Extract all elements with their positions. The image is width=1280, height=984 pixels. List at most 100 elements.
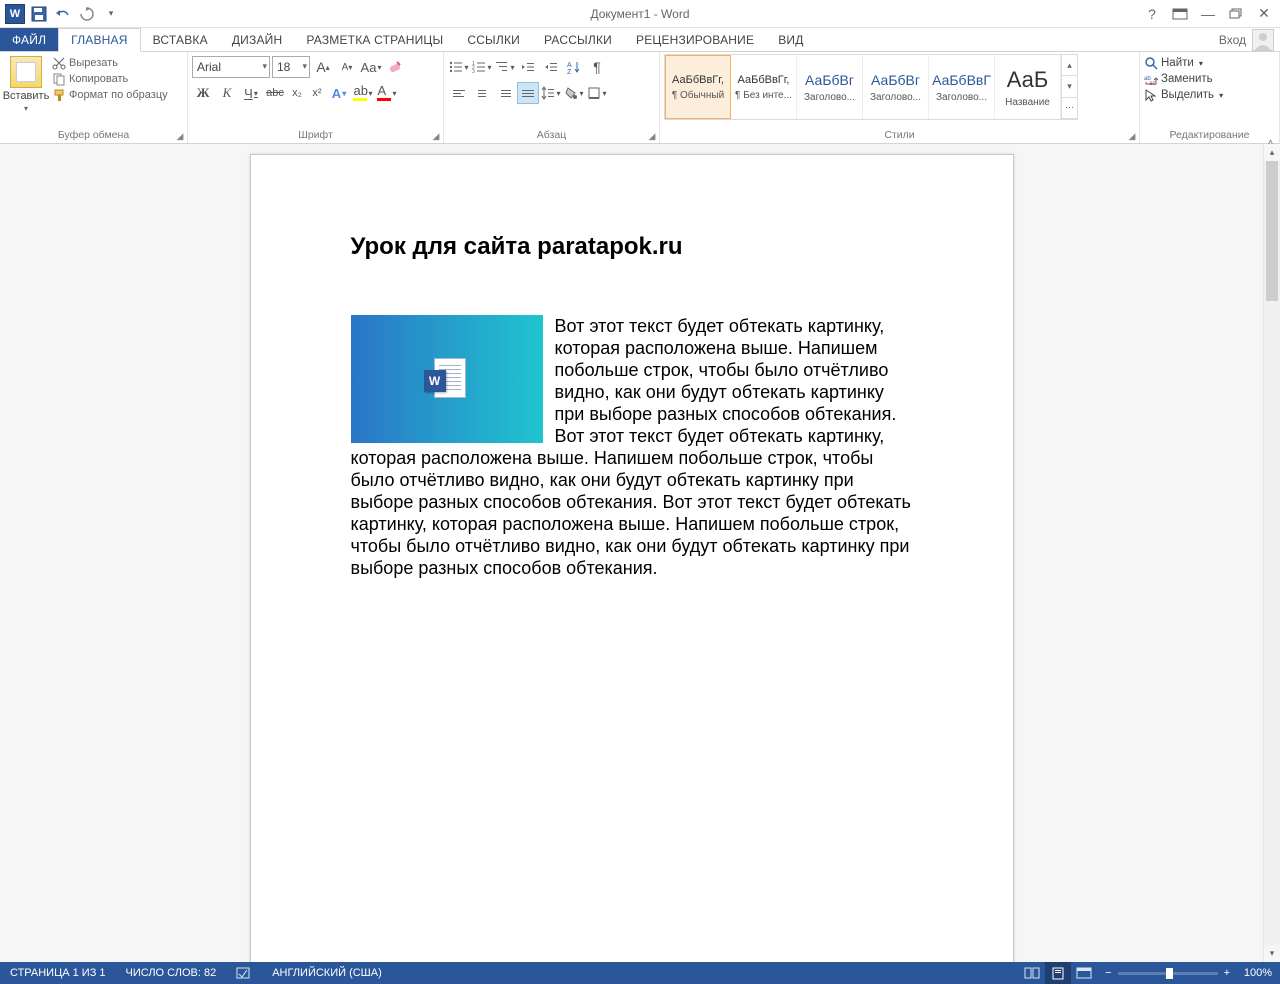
align-right-button[interactable] — [494, 82, 516, 104]
redo-icon[interactable] — [76, 3, 98, 25]
ribbon-display-options-icon[interactable] — [1168, 4, 1192, 24]
increase-indent-button[interactable] — [540, 56, 562, 78]
word-logo-letter: W — [10, 8, 20, 20]
replace-button[interactable]: abac Заменить — [1144, 72, 1213, 86]
paste-button[interactable]: Вставить ▾ — [4, 54, 48, 113]
undo-icon[interactable] — [52, 3, 74, 25]
style-item[interactable]: АаБбВвГг,¶ Обычный — [665, 55, 731, 119]
styles-scroll-icon[interactable]: ▴ — [1062, 55, 1077, 76]
borders-button[interactable]: ▾ — [586, 82, 608, 104]
shrink-font-button[interactable]: A▾ — [336, 56, 358, 78]
multilevel-list-button[interactable]: ▾ — [494, 56, 516, 78]
embedded-image[interactable]: W — [351, 315, 543, 443]
styles-dialog-launcher-icon[interactable]: ◢ — [1126, 130, 1138, 142]
tab-page-layout[interactable]: РАЗМЕТКА СТРАНИЦЫ — [294, 28, 455, 51]
view-read-mode-icon[interactable] — [1019, 962, 1045, 984]
view-web-layout-icon[interactable] — [1071, 962, 1097, 984]
tab-insert[interactable]: ВСТАВКА — [141, 28, 220, 51]
tab-references[interactable]: ССЫЛКИ — [455, 28, 532, 51]
document-heading[interactable]: Урок для сайта paratapok.ru — [351, 233, 913, 261]
tab-file[interactable]: ФАЙЛ — [0, 28, 58, 51]
decrease-indent-button[interactable] — [517, 56, 539, 78]
align-justify-button[interactable] — [517, 82, 539, 104]
format-painter-button[interactable]: Формат по образцу — [52, 88, 168, 102]
superscript-button[interactable]: x² — [308, 82, 326, 104]
help-icon[interactable]: ? — [1140, 4, 1164, 24]
select-button[interactable]: Выделить ▾ — [1144, 88, 1223, 102]
change-case-button[interactable]: Aa▾ — [360, 56, 382, 78]
align-left-button[interactable] — [448, 82, 470, 104]
clipboard-dialog-launcher-icon[interactable]: ◢ — [174, 130, 186, 142]
view-print-layout-icon[interactable] — [1045, 962, 1071, 984]
svg-text:3: 3 — [472, 69, 475, 73]
style-item[interactable]: АаБНазвание — [995, 55, 1061, 119]
grow-font-button[interactable]: A▴ — [312, 56, 334, 78]
font-name-combo[interactable]: Arial▾ — [192, 56, 270, 78]
styles-scroll-icon[interactable]: ▾ — [1062, 76, 1077, 97]
document-area[interactable]: Урок для сайта paratapok.ru W Вот этот т… — [0, 144, 1263, 962]
line-spacing-button[interactable]: ▾ — [540, 82, 562, 104]
styles-more-icon[interactable]: ⋯ — [1062, 98, 1077, 119]
find-icon — [1144, 56, 1158, 70]
svg-text:Z: Z — [567, 69, 572, 74]
status-page[interactable]: СТРАНИЦА 1 ИЗ 1 — [0, 967, 116, 979]
font-dialog-launcher-icon[interactable]: ◢ — [430, 130, 442, 142]
copy-button[interactable]: Копировать — [52, 72, 168, 86]
underline-button[interactable]: Ч▾ — [240, 82, 262, 104]
page[interactable]: Урок для сайта paratapok.ru W Вот этот т… — [250, 154, 1014, 962]
tab-home[interactable]: ГЛАВНАЯ — [58, 28, 140, 52]
style-item[interactable]: АаБбВвГЗаголово... — [929, 55, 995, 119]
zoom-level[interactable]: 100% — [1236, 967, 1272, 979]
tab-mailings[interactable]: РАССЫЛКИ — [532, 28, 624, 51]
style-item[interactable]: АаБбВгЗаголово... — [863, 55, 929, 119]
zoom-in-button[interactable]: + — [1224, 967, 1230, 979]
paste-icon — [10, 56, 42, 88]
minimize-icon[interactable]: — — [1196, 4, 1220, 24]
scroll-up-icon[interactable]: ▴ — [1264, 144, 1280, 161]
tab-review[interactable]: РЕЦЕНЗИРОВАНИЕ — [624, 28, 766, 51]
bullets-button[interactable]: ▾ — [448, 56, 470, 78]
login-link[interactable]: Вход — [1219, 33, 1246, 47]
find-button[interactable]: Найти ▾ — [1144, 56, 1203, 70]
avatar[interactable] — [1252, 29, 1274, 51]
tab-view[interactable]: ВИД — [766, 28, 815, 51]
zoom-out-button[interactable]: − — [1105, 967, 1111, 979]
zoom-slider[interactable] — [1118, 972, 1218, 975]
format-painter-icon — [52, 88, 66, 102]
style-name: Заголово... — [936, 92, 987, 103]
show-marks-button[interactable]: ¶ — [586, 56, 608, 78]
italic-button[interactable]: К — [216, 82, 238, 104]
align-center-button[interactable] — [471, 82, 493, 104]
status-proofing-icon[interactable] — [226, 966, 262, 980]
maximize-icon[interactable] — [1224, 4, 1248, 24]
vertical-scrollbar[interactable]: ▴ ▾ — [1263, 144, 1280, 962]
status-language[interactable]: АНГЛИЙСКИЙ (США) — [262, 967, 392, 979]
tab-design[interactable]: ДИЗАЙН — [220, 28, 295, 51]
qat-customize-icon[interactable]: ▾ — [100, 3, 122, 25]
text-effects-button[interactable]: A▾ — [328, 82, 350, 104]
font-color-button[interactable]: A▾ — [376, 82, 398, 104]
font-size-combo[interactable]: 18▾ — [272, 56, 310, 78]
highlight-button[interactable]: ab▾ — [352, 82, 374, 104]
cut-label: Вырезать — [69, 57, 118, 69]
style-item[interactable]: АаБбВвГг,¶ Без инте... — [731, 55, 797, 119]
sort-button[interactable]: AZ — [563, 56, 585, 78]
shading-button[interactable]: ▾ — [563, 82, 585, 104]
scroll-down-icon[interactable]: ▾ — [1264, 945, 1280, 962]
subscript-button[interactable]: x₂ — [288, 82, 306, 104]
cut-button[interactable]: Вырезать — [52, 56, 168, 70]
strikethrough-button[interactable]: abc — [264, 82, 286, 104]
zoom-handle[interactable] — [1166, 968, 1173, 979]
scroll-thumb[interactable] — [1266, 161, 1278, 301]
clear-formatting-button[interactable] — [384, 56, 406, 78]
style-name: ¶ Без инте... — [735, 90, 792, 101]
app-icon[interactable]: W — [4, 3, 26, 25]
save-icon[interactable] — [28, 3, 50, 25]
close-icon[interactable]: ✕ — [1252, 4, 1276, 24]
numbering-button[interactable]: 123▾ — [471, 56, 493, 78]
status-word-count[interactable]: ЧИСЛО СЛОВ: 82 — [116, 967, 227, 979]
style-preview: АаБбВг — [871, 72, 920, 88]
paragraph-dialog-launcher-icon[interactable]: ◢ — [646, 130, 658, 142]
bold-button[interactable]: Ж — [192, 82, 214, 104]
style-item[interactable]: АаБбВгЗаголово... — [797, 55, 863, 119]
